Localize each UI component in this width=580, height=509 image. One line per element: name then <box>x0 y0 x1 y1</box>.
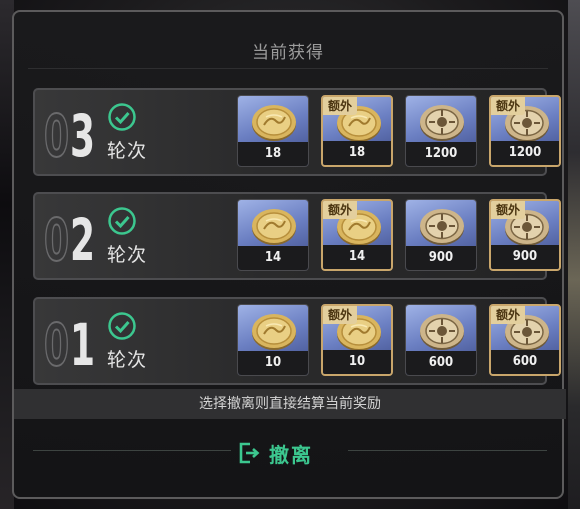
gold-coin-icon <box>252 209 296 245</box>
round-number: 01 <box>43 305 100 379</box>
round-number: 02 <box>43 200 100 274</box>
reward-quantity: 14 <box>323 245 391 269</box>
extra-reward-tag: 额外 <box>491 201 526 219</box>
extra-reward-tag: 额外 <box>323 306 358 324</box>
extra-reward-tag: 额外 <box>491 306 526 324</box>
dialog-title: 当前获得 <box>252 43 324 63</box>
medal-coin-icon <box>420 314 464 350</box>
reward-quantity: 1200 <box>406 142 476 166</box>
reward-quantity: 600 <box>406 351 476 375</box>
medal-coin-icon <box>420 209 464 245</box>
reward-quantity: 600 <box>491 350 559 374</box>
reward-card[interactable]: 1200 <box>405 95 477 167</box>
extra-reward-tag: 额外 <box>491 97 526 115</box>
gold-coin-icon <box>252 314 296 350</box>
round-number-prefix: 0 <box>43 102 70 170</box>
round-label: 轮次 <box>107 244 148 266</box>
reward-card[interactable]: 18 <box>237 95 309 167</box>
reward-quantity: 14 <box>238 246 308 270</box>
reward-quantity: 1200 <box>491 141 559 165</box>
extra-reward-card[interactable]: 10 额外 <box>321 304 393 376</box>
title-divider <box>28 68 548 69</box>
reward-quantity: 18 <box>323 141 391 165</box>
exit-divider-right <box>348 450 547 451</box>
extra-reward-card[interactable]: 14 额外 <box>321 199 393 271</box>
round-number-digit: 2 <box>70 206 96 274</box>
round-number-digit: 3 <box>70 102 96 170</box>
reward-quantity: 900 <box>491 245 559 269</box>
exit-door-icon <box>239 442 260 464</box>
reward-quantity: 10 <box>238 351 308 375</box>
gold-coin-icon <box>252 105 296 141</box>
extra-reward-card[interactable]: 900 额外 <box>489 199 561 271</box>
extra-reward-card[interactable]: 600 额外 <box>489 304 561 376</box>
exit-button-label: 撤离 <box>269 442 313 467</box>
round-row: 0 1 轮次 10 10 额外 600 600 额外 <box>33 297 561 385</box>
round-row: 0 2 轮次 14 14 额外 900 900 额外 <box>33 192 561 280</box>
extra-reward-card[interactable]: 1200 额外 <box>489 95 561 167</box>
round-number-digit: 1 <box>70 311 96 379</box>
extra-reward-tag: 额外 <box>323 97 358 115</box>
check-circle-icon <box>108 312 136 340</box>
extra-reward-card[interactable]: 18 额外 <box>321 95 393 167</box>
reward-quantity: 900 <box>406 246 476 270</box>
round-number: 03 <box>43 96 100 170</box>
round-label: 轮次 <box>107 349 148 371</box>
medal-coin-icon <box>420 105 464 141</box>
reward-card[interactable]: 10 <box>237 304 309 376</box>
reward-card[interactable]: 600 <box>405 304 477 376</box>
round-number-prefix: 0 <box>43 311 70 379</box>
reward-quantity: 18 <box>238 142 308 166</box>
round-number-prefix: 0 <box>43 206 70 274</box>
extra-reward-tag: 额外 <box>323 201 358 219</box>
reward-card[interactable]: 14 <box>237 199 309 271</box>
round-label: 轮次 <box>107 140 148 162</box>
exit-divider-left <box>33 450 231 451</box>
exit-button[interactable]: 撤离 <box>237 438 313 468</box>
reward-card[interactable]: 900 <box>405 199 477 271</box>
check-circle-icon <box>108 103 136 131</box>
check-circle-icon <box>108 207 136 235</box>
round-row: 0 3 轮次 18 18 额外 1200 1200 额外 <box>33 88 561 176</box>
exit-hint-text: 选择撤离则直接结算当前奖励 <box>14 389 566 419</box>
background-right-edge <box>568 0 580 509</box>
reward-quantity: 10 <box>323 350 391 374</box>
